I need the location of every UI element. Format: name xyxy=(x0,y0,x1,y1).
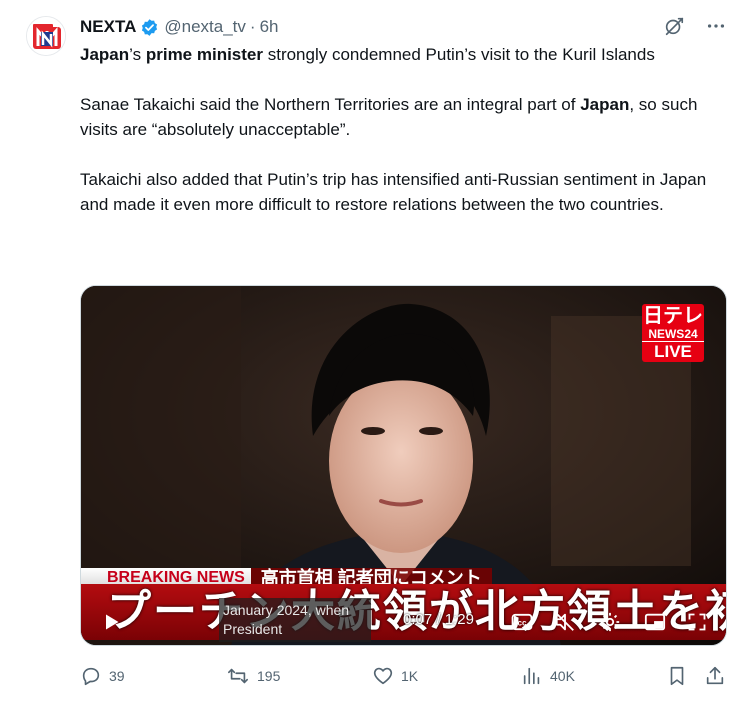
separator-dot: · xyxy=(249,17,256,36)
verified-badge-icon xyxy=(140,18,159,37)
share-icon xyxy=(706,666,724,685)
logo-line-1: 日テレ xyxy=(642,304,704,328)
paragraph-3: Takaichi also added that Putin’s trip ha… xyxy=(80,170,707,214)
top-right-icons xyxy=(662,14,728,38)
grok-icon[interactable] xyxy=(662,14,686,38)
repost-icon xyxy=(228,668,248,684)
reply-count: 39 xyxy=(109,668,125,684)
hashtag-japan: Japan xyxy=(80,45,130,64)
views-button[interactable]: 40K xyxy=(521,664,575,688)
action-bar: 39 195 1K 40K xyxy=(80,664,728,688)
bookmark-icon xyxy=(670,666,684,686)
paragraph-1: Japan’s prime minister strongly condemne… xyxy=(80,42,720,67)
author-name[interactable]: NEXTA xyxy=(80,17,136,37)
play-icon[interactable] xyxy=(99,610,123,634)
reply-icon xyxy=(82,667,100,686)
mute-icon[interactable] xyxy=(553,610,577,634)
post-time[interactable]: 6h xyxy=(260,17,279,37)
like-count: 1K xyxy=(401,668,419,684)
duration: 1:29 xyxy=(444,611,474,628)
nexta-logo-icon xyxy=(27,17,65,55)
hashtag-prime-minister: prime minister xyxy=(145,45,263,64)
text-fragment: strongly condemned Putin’s visit to the … xyxy=(263,45,655,64)
logo-line-3: LIVE xyxy=(642,341,704,362)
post-text: Japan’s prime minister strongly condemne… xyxy=(80,42,720,217)
text-fragment: ’s xyxy=(129,45,146,64)
reply-button[interactable]: 39 xyxy=(80,664,125,688)
ntv-news24-logo: 日テレ NEWS24 LIVE xyxy=(642,304,704,362)
video-timecode: 0:07 / 1:29 xyxy=(403,610,474,630)
time-separator: / xyxy=(432,611,445,628)
repost-count: 195 xyxy=(257,668,281,684)
avatar[interactable] xyxy=(26,16,66,56)
like-button[interactable]: 1K xyxy=(372,664,418,688)
pip-icon[interactable] xyxy=(643,610,667,634)
repost-button[interactable]: 195 xyxy=(226,664,280,688)
post-header: NEXTA @nexta_tv · 6h xyxy=(80,15,278,39)
like-icon xyxy=(373,667,393,685)
video-player[interactable]: 日テレ NEWS24 LIVE BREAKING NEWS 高市首相 記者団にコ… xyxy=(80,285,727,646)
fullscreen-icon[interactable] xyxy=(685,610,709,634)
cc-icon[interactable]: cc xyxy=(509,610,535,634)
share-button[interactable] xyxy=(704,664,726,688)
view-count: 40K xyxy=(550,668,575,684)
hashtag-japan: Japan xyxy=(580,95,630,114)
settings-icon[interactable] xyxy=(598,610,622,634)
author-handle[interactable]: @nexta_tv xyxy=(164,17,246,37)
more-icon[interactable] xyxy=(704,14,728,38)
paragraph-2: Sanae Takaichi said the Northern Territo… xyxy=(80,92,720,142)
text-fragment: Sanae Takaichi said the Northern Territo… xyxy=(80,95,581,114)
svg-text:cc: cc xyxy=(518,619,527,628)
logo-line-2: NEWS24 xyxy=(642,328,704,341)
bookmark-button[interactable] xyxy=(666,664,688,688)
current-time: 0:07 xyxy=(403,611,433,628)
post: NEXTA @nexta_tv · 6h Japan’s prime minis… xyxy=(0,0,748,702)
views-icon xyxy=(523,667,540,685)
